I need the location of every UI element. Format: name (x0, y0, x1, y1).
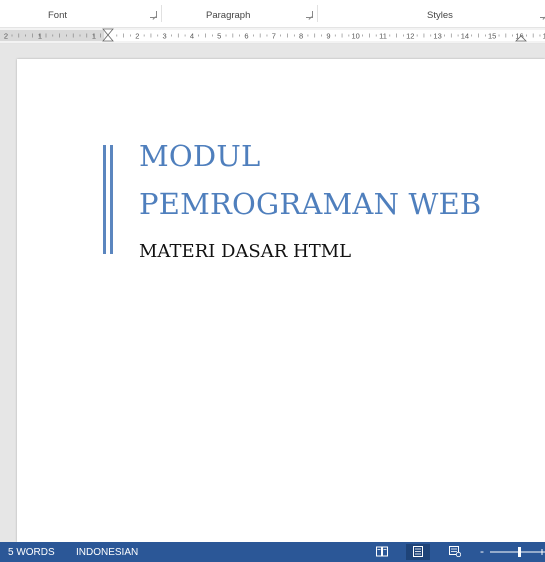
language-indicator[interactable]: INDONESIAN (76, 547, 138, 558)
font-dialog-launcher-icon[interactable] (150, 11, 157, 18)
ruler-number: 13 (433, 32, 441, 41)
ruler-number: 2 (135, 32, 139, 41)
indent-marker-icon[interactable] (102, 28, 114, 42)
title-bar-left (103, 145, 106, 254)
ruler-number: 7 (272, 32, 276, 41)
document-page[interactable]: MODUL PEMROGRAMAN WEB MATERI DASAR HTML (17, 59, 545, 542)
ruler-number: 12 (406, 32, 414, 41)
ruler-number: 4 (190, 32, 194, 41)
document-area[interactable]: MODUL PEMROGRAMAN WEB MATERI DASAR HTML (0, 44, 545, 542)
ruler-number-left: 1 (92, 32, 96, 41)
ruler-number: 9 (326, 32, 330, 41)
zoom-out-button[interactable]: - (480, 544, 484, 558)
web-layout-icon[interactable] (449, 546, 461, 557)
group-divider (161, 5, 162, 22)
ribbon-group-font-label: Font (48, 10, 68, 21)
zoom-slider-thumb (518, 547, 521, 557)
ruler-number-left: 2 (4, 32, 8, 41)
ruler-number: 5 (217, 32, 221, 41)
ribbon-group-paragraph-label: Paragraph (206, 10, 251, 21)
zoom-slider[interactable] (490, 546, 545, 558)
document-title-line-1[interactable]: MODUL (139, 139, 260, 173)
print-layout-icon[interactable] (412, 546, 424, 557)
ribbon-group-labels: Font Paragraph Styles (0, 0, 545, 24)
status-bar: 5 WORDS INDONESIAN - (0, 542, 545, 562)
paragraph-dialog-launcher-icon[interactable] (306, 11, 313, 18)
document-title-line-2[interactable]: PEMROGRAMAN WEB (139, 187, 481, 221)
ribbon-group-styles-label: Styles (427, 10, 453, 21)
ruler-number-left: 1 (38, 32, 42, 41)
title-bar-right (110, 145, 113, 254)
group-divider (317, 5, 318, 22)
ruler-number: 10 (352, 32, 360, 41)
ruler-number: 8 (299, 32, 303, 41)
styles-dialog-launcher-icon[interactable] (540, 11, 545, 18)
ruler-number: 14 (461, 32, 469, 41)
word-count[interactable]: 5 WORDS (8, 547, 55, 558)
ruler-ticks: 211234567891011121314151617 (4, 28, 545, 42)
read-mode-icon[interactable] (376, 546, 388, 557)
ruler-number: 11 (379, 32, 387, 41)
ruler-number: 15 (488, 32, 496, 41)
ruler-number: 6 (244, 32, 248, 41)
horizontal-ruler[interactable]: 211234567891011121314151617 (0, 27, 545, 44)
ruler-number: 3 (163, 32, 167, 41)
document-subtitle[interactable]: MATERI DASAR HTML (139, 241, 351, 262)
